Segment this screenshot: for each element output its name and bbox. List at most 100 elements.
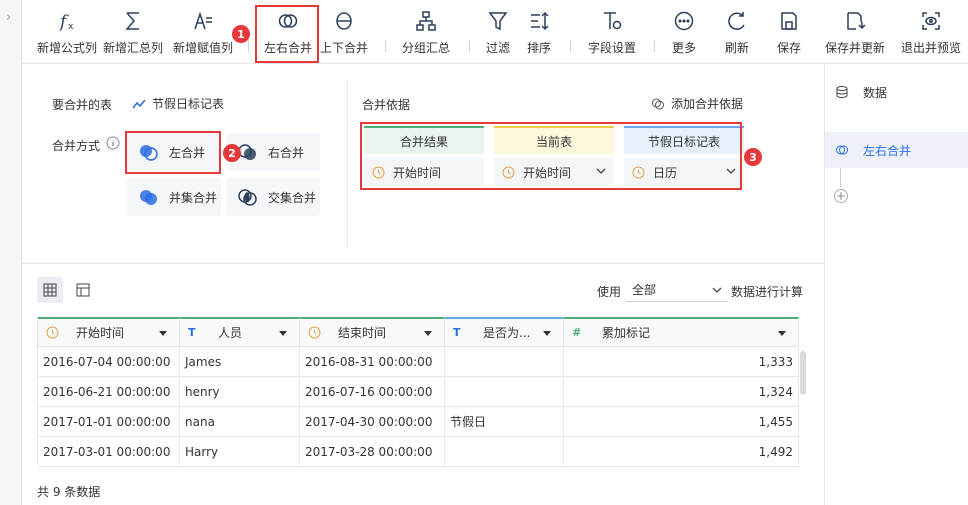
table-cell [445,347,564,377]
table-cell: 2017-03-28 00:00:00 [300,437,445,467]
field-settings-icon [604,12,622,30]
table-cell: 节假日 [445,407,564,437]
toolbar-separator [248,40,249,52]
up-down-merge-button[interactable]: 上下合并 [314,0,374,64]
grid-view-button[interactable] [37,277,63,303]
group-summary-button[interactable]: 分组汇总 [394,0,458,64]
column-header-cumulative-mark[interactable]: # 累加标记 [564,317,799,347]
table-cell [445,437,564,467]
chevron-right-icon[interactable]: › [6,10,11,25]
table-cell: 2016-07-16 00:00:00 [300,377,445,407]
add-formula-column-button[interactable]: fx 新增公式列 [34,0,100,64]
table-cell: 2016-08-31 00:00:00 [300,347,445,377]
up-down-merge-icon [336,12,352,30]
table-cell: 2017-03-01 00:00:00 [38,437,180,467]
step-item-left-right-merge[interactable]: 左右合并 [825,132,968,168]
union-merge-option[interactable]: 并集合并 [127,178,221,216]
info-icon[interactable] [106,136,120,153]
column-header-end-time[interactable]: 结束时间 [300,317,445,347]
toolbar-separator [469,40,470,52]
group-summary-icon [416,11,436,31]
number-type-icon: # [572,326,582,339]
filter-button[interactable]: 过滤 [478,0,518,64]
sort-button[interactable]: 排序 [518,0,560,64]
left-collapse-strip[interactable]: › [0,0,22,505]
table-cell: 1,492 [564,437,799,467]
column-header-start-time[interactable]: 开始时间 [38,317,180,347]
more-button[interactable]: 更多 [663,0,705,64]
sort-caret-icon[interactable] [279,331,287,336]
calc-scope-select[interactable]: 全部 [626,278,728,302]
svg-text:x: x [68,22,74,32]
save-icon [781,12,797,30]
refresh-icon [728,12,745,30]
formula-icon: fx [58,12,74,32]
clock-icon [46,326,59,339]
row-count-footer: 共 9 条数据 [37,485,101,499]
add-merge-basis-icon [652,98,664,109]
table-cell: nana [180,407,300,437]
table-cell: 2016-06-21 00:00:00 [38,377,180,407]
annotation-badge-2: 2 [223,144,241,162]
step-item-data[interactable]: 数据 [825,74,968,110]
step-panel: 数据 左右合并 + [824,64,968,505]
intersect-merge-option[interactable]: 交集合并 [226,178,320,216]
database-icon [836,86,848,99]
toolbar-separator [385,40,386,52]
field-settings-button[interactable]: 字段设置 [578,0,646,64]
exit-preview-icon [922,12,940,30]
grid-view-icon [43,283,57,297]
intersect-merge-icon [238,189,257,206]
column-header-is-holiday[interactable]: T 是否为... [445,317,564,347]
chevron-down-icon [712,287,722,293]
table-cell: 2017-04-30 00:00:00 [300,407,445,437]
layout-view-icon [76,283,90,297]
table-cell: Harry [180,437,300,467]
toolbar-separator [654,40,655,52]
save-button[interactable]: 保存 [768,0,810,64]
text-type-icon: T [188,326,196,339]
add-summary-column-button[interactable]: 新增汇总列 [100,0,166,64]
merge-table-value[interactable]: 节假日标记表 [132,95,224,112]
highlight-box-merge-button [255,5,319,63]
table-cell: James [180,347,300,377]
data-table: 开始时间 T 人员 结束时间 T 是否为... # 累加标记 2016-07-0… [37,317,799,467]
toolbar: fx 新增公式列 新增汇总列 新增赋值列 左右合并 上下合并 分组汇总 过滤 排… [22,0,968,64]
add-merge-basis-button[interactable]: 添加合并依据 [651,95,743,112]
table-cell: 1,455 [564,407,799,437]
table-cell: 2016-07-04 00:00:00 [38,347,180,377]
table-cell: 1,333 [564,347,799,377]
column-header-person[interactable]: T 人员 [180,317,300,347]
table-cell: 2017-01-01 00:00:00 [38,407,180,437]
annotation-badge-3: 3 [744,148,762,166]
merge-basis-label: 合并依据 [362,98,411,112]
trend-line-icon [132,99,146,108]
annotation-badge-1: 1 [232,25,250,43]
refresh-button[interactable]: 刷新 [716,0,758,64]
add-step-button[interactable]: + [834,189,848,203]
merge-table-label: 要合并的表 [52,98,113,112]
calc-suffix-label: 数据进行计算 [731,285,804,299]
toolbar-separator [570,40,571,52]
more-icon [674,11,694,31]
highlight-box-left-merge [125,131,221,174]
assign-icon [194,11,212,30]
sort-caret-icon[interactable] [159,331,167,336]
sort-caret-icon[interactable] [424,331,432,336]
sort-caret-icon[interactable] [543,331,551,336]
highlight-box-merge-basis [360,122,742,190]
sort-icon [531,11,549,31]
table-scrollbar[interactable] [800,351,806,395]
table-cell: 1,324 [564,377,799,407]
add-assign-column-button[interactable]: 新增赋值列 [170,0,236,64]
sort-caret-icon[interactable] [778,331,786,336]
union-merge-icon [140,190,157,205]
exit-and-preview-button[interactable]: 退出并预览 [898,0,964,64]
save-update-icon [847,12,866,30]
table-cell [445,377,564,407]
sigma-icon [125,12,139,30]
left-right-merge-icon [836,145,848,155]
clock-icon [308,326,321,339]
save-and-update-button[interactable]: 保存并更新 [822,0,888,64]
layout-view-button[interactable] [70,277,96,303]
